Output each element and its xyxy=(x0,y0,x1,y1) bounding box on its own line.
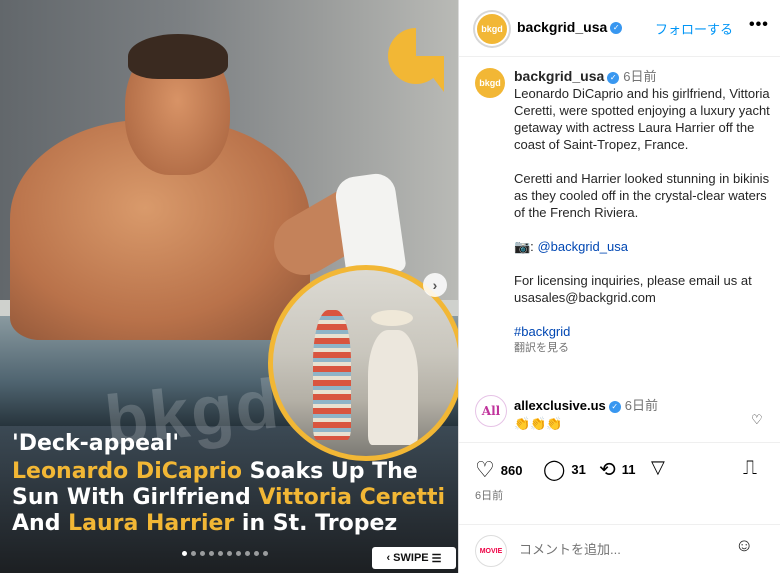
chevron-left-icon: ‹ xyxy=(386,552,391,564)
post-actions: ♡ 860 ◯ 31 ⟲ 11 ▽ ⎍ 6日前 MOVIE コメントを追加...… xyxy=(459,442,780,567)
mention-link[interactable]: @backgrid_usa xyxy=(537,239,628,254)
headline-name: Leonardo DiCaprio xyxy=(12,459,242,484)
comment-text: 👏👏👏 xyxy=(514,416,563,431)
translate-link[interactable]: 翻訳を見る xyxy=(514,340,772,357)
carousel-dot xyxy=(236,551,241,556)
like-count: 860 xyxy=(500,462,523,478)
like-action[interactable]: ♡ 860 xyxy=(475,457,522,483)
carousel-dots xyxy=(182,551,268,556)
swipe-badge: ‹ SWIPE ☰ xyxy=(372,547,456,569)
verified-badge-icon: ✓ xyxy=(607,71,620,84)
carousel-dot xyxy=(263,551,268,556)
carousel-dot xyxy=(182,551,187,556)
verified-badge-icon: ✓ xyxy=(610,21,623,34)
carousel-dot xyxy=(245,551,250,556)
repost-action[interactable]: ⟲ 11 xyxy=(599,457,636,482)
repost-icon[interactable]: ⟲ xyxy=(599,457,616,482)
caption-paragraph-1: Leonardo DiCaprio and his girlfriend, Vi… xyxy=(514,86,770,152)
comment-action[interactable]: ◯ 31 xyxy=(543,457,586,482)
commenter-username[interactable]: allexclusive.us xyxy=(514,398,606,413)
post-details-panel: bkgd backgrid_usa ✓ フォローする ••• bkgd backg… xyxy=(458,0,780,573)
caption-paragraph-2: Ceretti and Harrier looked stunning in b… xyxy=(514,171,770,220)
comment-count: 31 xyxy=(571,462,586,477)
header-user[interactable]: backgrid_usa ✓ xyxy=(517,19,623,37)
inset-person-white-outfit xyxy=(368,330,418,445)
bookmark-icon[interactable]: ⎍ xyxy=(743,457,757,480)
camera-prefix: 📷: xyxy=(514,239,534,254)
photo-credit: 📷: @backgrid_usa xyxy=(514,238,772,255)
send-icon[interactable]: ▽ xyxy=(651,457,665,478)
comment-time: 6日前 xyxy=(624,398,659,413)
carousel-dot xyxy=(254,551,259,556)
share-action[interactable]: ▽ xyxy=(651,457,665,478)
follow-button[interactable]: フォローする xyxy=(655,19,733,38)
headline-text: in St. Tropez xyxy=(234,511,398,536)
caption-kicker: 'Deck-appeal' xyxy=(12,431,180,456)
carousel-dot xyxy=(227,551,232,556)
post-caption: backgrid_usa ✓ 6日前 Leonardo DiCaprio and h… xyxy=(514,68,772,357)
post-author-avatar[interactable]: bkgd xyxy=(475,68,505,98)
swipe-label: SWIPE xyxy=(393,552,429,564)
headline-text: And xyxy=(12,511,69,536)
current-user-avatar: MOVIE xyxy=(475,535,507,567)
headline-name: Vittoria Ceretti xyxy=(258,485,446,510)
comment-like-icon[interactable]: ♡ xyxy=(751,412,763,428)
caption-paragraph-3: For licensing inquiries, please email us… xyxy=(514,273,752,305)
post-media[interactable]: bkgd › 'Deck-appeal' Leonardo DiCaprio S… xyxy=(0,0,458,573)
carousel-dot xyxy=(200,551,205,556)
comment-bubble-icon[interactable]: ◯ xyxy=(543,457,565,482)
add-comment-bar: MOVIE コメントを追加... ☺ xyxy=(459,524,780,575)
caption-headline: Leonardo DiCaprio Soaks Up The Sun With … xyxy=(12,459,452,537)
post-header: bkgd backgrid_usa ✓ フォローする ••• xyxy=(459,0,780,57)
next-slide-button[interactable]: › xyxy=(423,273,447,297)
inset-hat xyxy=(371,310,413,326)
lines-icon: ☰ xyxy=(431,552,442,565)
repost-count: 11 xyxy=(621,462,636,477)
comment-item: allexclusive.us ✓ 6日前 👏👏👏 xyxy=(514,395,764,432)
commenter-avatar[interactable]: All xyxy=(475,395,507,427)
photo-subject-hair xyxy=(128,34,228,79)
carousel-dot xyxy=(209,551,214,556)
carousel-dot xyxy=(191,551,196,556)
media-caption: 'Deck-appeal' Leonardo DiCaprio Soaks Up… xyxy=(12,431,452,537)
post-username[interactable]: backgrid_usa xyxy=(514,68,604,84)
post-date: 6日前 xyxy=(475,490,504,502)
hashtag-link[interactable]: #backgrid xyxy=(514,323,772,340)
post-time: 6日前 xyxy=(623,69,657,84)
heart-icon[interactable]: ♡ xyxy=(475,457,495,483)
header-username[interactable]: backgrid_usa xyxy=(517,19,607,35)
inset-person-striped-dress xyxy=(313,310,351,440)
save-action[interactable]: ⎍ xyxy=(743,457,757,480)
add-comment-input[interactable]: コメントを追加... xyxy=(519,539,621,558)
emoji-icon[interactable]: ☺ xyxy=(735,535,753,556)
header-avatar[interactable]: bkgd xyxy=(475,12,509,46)
more-options-icon[interactable]: ••• xyxy=(749,16,769,34)
headline-name: Laura Harrier xyxy=(68,511,235,536)
backgrid-logo-icon xyxy=(388,28,444,92)
carousel-dot xyxy=(218,551,223,556)
verified-badge-icon: ✓ xyxy=(608,400,621,413)
